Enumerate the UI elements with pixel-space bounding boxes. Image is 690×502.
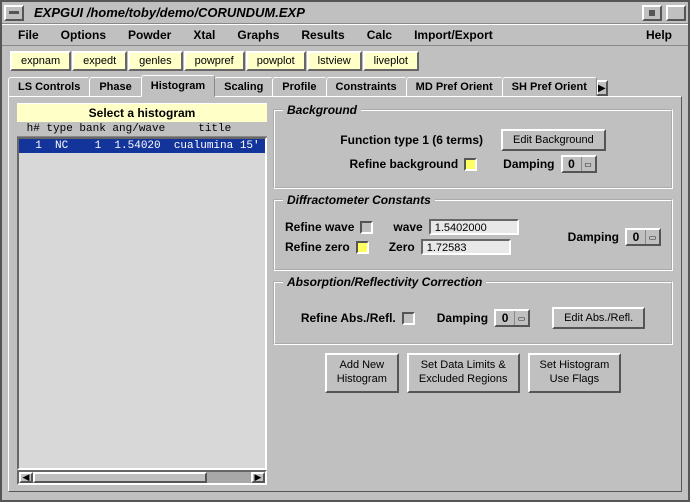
refine-wave-checkbox[interactable] — [360, 221, 373, 234]
right-pane: Background Function type 1 (6 terms) Edi… — [273, 103, 673, 485]
menu-calc[interactable]: Calc — [357, 26, 402, 44]
refine-abs-checkbox[interactable] — [402, 312, 415, 325]
minimize-button[interactable] — [642, 5, 662, 21]
toolbar: expnam expedt genles powpref powplot lst… — [2, 46, 688, 76]
group-absorption: Absorption/Reflectivity Correction Refin… — [273, 281, 673, 345]
tab-phase[interactable]: Phase — [89, 77, 141, 96]
tab-ls-controls[interactable]: LS Controls — [8, 77, 90, 96]
wave-label: wave — [393, 220, 422, 234]
zero-field[interactable]: 1.72583 — [421, 239, 511, 255]
abs-damping-label: Damping — [437, 311, 488, 325]
abs-damping-spin[interactable]: 0 ▭ — [494, 309, 530, 327]
abs-damping-control[interactable]: ▭ — [514, 311, 528, 325]
wave-field[interactable]: 1.5402000 — [429, 219, 519, 235]
menu-powder[interactable]: Powder — [118, 26, 181, 44]
abs-damping-value: 0 — [496, 311, 514, 325]
menu-help[interactable]: Help — [636, 26, 682, 44]
select-histogram-title: Select a histogram — [17, 103, 267, 122]
scroll-track[interactable] — [33, 472, 251, 483]
diff-damping-spin[interactable]: 0 ▭ — [625, 228, 661, 246]
menu-options[interactable]: Options — [51, 26, 116, 44]
refine-zero-label: Refine zero — [285, 240, 350, 254]
tab-sh-pref-orient[interactable]: SH Pref Orient — [502, 77, 597, 96]
tool-expnam[interactable]: expnam — [10, 51, 71, 71]
refine-bg-checkbox[interactable] — [464, 158, 477, 171]
bg-damping-value: 0 — [563, 157, 581, 171]
menu-import-export[interactable]: Import/Export — [404, 26, 503, 44]
diff-damping-value: 0 — [627, 230, 645, 244]
tool-powpref[interactable]: powpref — [184, 51, 245, 71]
tab-histogram[interactable]: Histogram — [141, 75, 215, 97]
scroll-left-button[interactable]: ◀ — [19, 472, 33, 483]
group-background-title: Background — [283, 103, 361, 117]
tool-powplot[interactable]: powplot — [246, 51, 306, 71]
group-diffractometer: Diffractometer Constants Refine wave wav… — [273, 199, 673, 271]
bg-damping-control[interactable]: ▭ — [581, 157, 595, 171]
tab-content: Select a histogram h# type bank ang/wave… — [8, 96, 682, 492]
group-absorption-title: Absorption/Reflectivity Correction — [283, 275, 486, 289]
set-histogram-flags-button[interactable]: Set HistogramUse Flags — [528, 353, 622, 393]
diff-damping-control[interactable]: ▭ — [645, 230, 659, 244]
maximize-button[interactable] — [666, 5, 686, 21]
refine-wave-label: Refine wave — [285, 220, 354, 234]
histogram-columns: h# type bank ang/wave title — [17, 122, 267, 137]
tool-expedt[interactable]: expedt — [72, 51, 127, 71]
histogram-list-pane: Select a histogram h# type bank ang/wave… — [17, 103, 267, 485]
group-diffractometer-title: Diffractometer Constants — [283, 193, 435, 207]
tab-constraints[interactable]: Constraints — [326, 77, 407, 96]
add-histogram-button[interactable]: Add NewHistogram — [325, 353, 399, 393]
menubar: File Options Powder Xtal Graphs Results … — [2, 24, 688, 46]
window-title: EXPGUI /home/toby/demo/CORUNDUM.EXP — [26, 5, 640, 20]
menu-file[interactable]: File — [8, 26, 49, 44]
zero-label: Zero — [389, 240, 415, 254]
set-data-limits-button[interactable]: Set Data Limits &Excluded Regions — [407, 353, 520, 393]
menu-graphs[interactable]: Graphs — [227, 26, 289, 44]
tool-lstview[interactable]: lstview — [307, 51, 362, 71]
tab-md-pref-orient[interactable]: MD Pref Orient — [406, 77, 503, 96]
bg-damping-label: Damping — [503, 157, 554, 171]
diff-damping-label: Damping — [568, 230, 619, 244]
scroll-thumb[interactable] — [33, 472, 207, 483]
menu-results[interactable]: Results — [291, 26, 354, 44]
window-menu-button[interactable] — [4, 5, 24, 21]
refine-bg-label: Refine background — [349, 157, 458, 171]
histogram-list[interactable]: 1 NC 1 1.54020 cualumina 15' Cu — [17, 137, 267, 470]
edit-background-button[interactable]: Edit Background — [501, 129, 606, 151]
group-background: Background Function type 1 (6 terms) Edi… — [273, 109, 673, 189]
histogram-row[interactable]: 1 NC 1 1.54020 cualumina 15' Cu — [19, 139, 265, 153]
tool-liveplot[interactable]: liveplot — [363, 51, 419, 71]
bg-damping-spin[interactable]: 0 ▭ — [561, 155, 597, 173]
tab-profile[interactable]: Profile — [272, 77, 326, 96]
histogram-hscroll[interactable]: ◀ ▶ — [17, 470, 267, 485]
bg-function-label: Function type 1 (6 terms) — [340, 133, 483, 147]
menu-xtal[interactable]: Xtal — [183, 26, 225, 44]
scroll-right-button[interactable]: ▶ — [251, 472, 265, 483]
edit-abs-button[interactable]: Edit Abs./Refl. — [552, 307, 645, 329]
titlebar: EXPGUI /home/toby/demo/CORUNDUM.EXP — [2, 2, 688, 24]
refine-abs-label: Refine Abs./Refl. — [301, 311, 396, 325]
bottom-buttons: Add NewHistogram Set Data Limits &Exclud… — [273, 353, 673, 393]
refine-zero-checkbox[interactable] — [356, 241, 369, 254]
tab-strip: LS Controls Phase Histogram Scaling Prof… — [2, 76, 688, 96]
tab-scaling[interactable]: Scaling — [214, 77, 273, 96]
tool-genles[interactable]: genles — [128, 51, 182, 71]
tab-scroll-right[interactable]: ▶ — [596, 80, 608, 96]
